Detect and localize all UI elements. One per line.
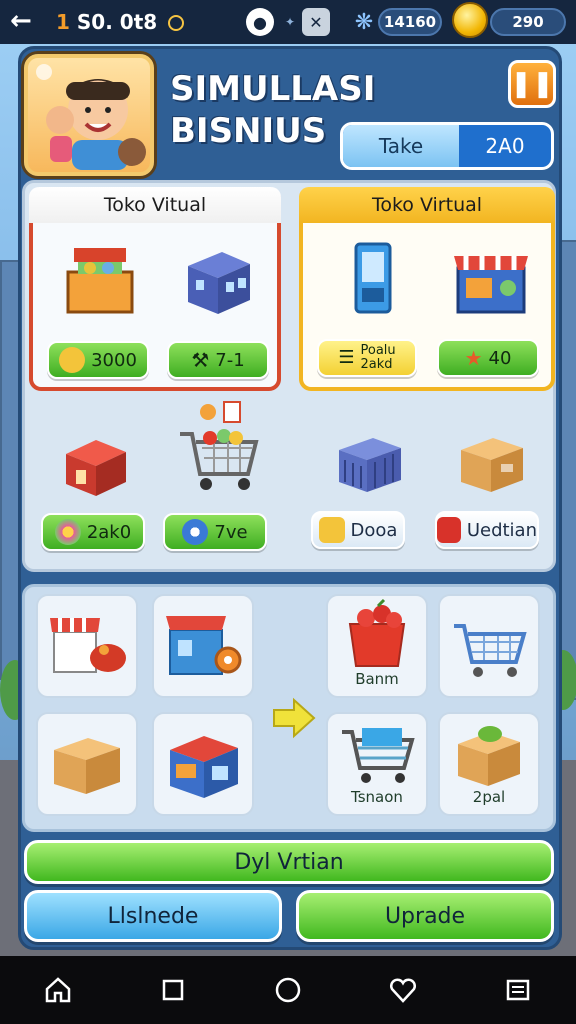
pause-icon: ❚❚ xyxy=(510,69,554,99)
heart-icon[interactable] xyxy=(383,970,423,1010)
flower-icon xyxy=(54,519,81,545)
slot-label: 2pal xyxy=(472,788,506,806)
inventory-slot[interactable] xyxy=(36,712,138,816)
tools-icon[interactable]: ✕ xyxy=(302,8,330,36)
character-portrait-icon xyxy=(36,64,146,170)
mode-toggle[interactable]: Take 2A0 xyxy=(340,122,554,170)
listing-button[interactable]: Llslnede xyxy=(24,890,282,942)
pause-button[interactable]: ❚❚ xyxy=(508,60,556,108)
home-icon[interactable] xyxy=(38,970,78,1010)
item-label: Uedtian xyxy=(466,519,537,541)
inventory-slot[interactable] xyxy=(36,594,138,698)
back-arrow-icon[interactable]: ← xyxy=(10,6,42,38)
info-badge[interactable]: ☰ Poalu 2akd xyxy=(317,339,417,377)
upgrade-button[interactable]: Uprade xyxy=(296,890,554,942)
item-label: 2ak0 xyxy=(86,521,132,543)
gold-coin-icon xyxy=(452,2,488,38)
apple-basket-icon xyxy=(348,598,406,667)
inventory-slot[interactable]: Banm xyxy=(326,594,428,698)
item-label: 7ve xyxy=(214,521,248,543)
office-building-icon[interactable] xyxy=(173,233,263,323)
energy-counter: 14160 xyxy=(378,8,442,36)
action-badge[interactable]: ⚒ 7-1 xyxy=(167,341,269,379)
info-label: Poalu 2akd xyxy=(360,344,395,372)
toggle-left[interactable]: Take xyxy=(343,125,459,167)
menu-icon[interactable] xyxy=(498,970,538,1010)
coins-prefix: 1 xyxy=(56,10,70,34)
price-label: 3000 xyxy=(91,349,137,371)
toggle-right[interactable]: 2A0 xyxy=(459,125,551,167)
action-label: 7-1 xyxy=(215,349,245,371)
system-nav-bar xyxy=(0,956,576,1024)
market-stall-icon xyxy=(50,618,126,673)
item-badge[interactable]: 7ve xyxy=(163,513,267,551)
item-badge[interactable]: Uedtian xyxy=(435,511,539,549)
globe-icon xyxy=(182,519,209,545)
recents-icon[interactable] xyxy=(153,970,193,1010)
home-circle-icon[interactable] xyxy=(268,970,308,1010)
red-store-icon[interactable] xyxy=(51,415,141,505)
cardboard-box-icon xyxy=(54,738,120,794)
item-badge[interactable]: Dooa xyxy=(311,511,405,549)
price-badge[interactable]: 3000 xyxy=(47,341,149,379)
hammer-icon: ⚒ xyxy=(191,348,210,372)
vending-machine-icon[interactable] xyxy=(327,233,417,323)
chat-icon[interactable]: ● xyxy=(246,8,274,36)
arrow-right-icon xyxy=(273,697,316,739)
inventory-slot[interactable] xyxy=(152,712,254,816)
full-cart-icon xyxy=(342,728,415,783)
primary-action-button[interactable]: Dyl Vrtian xyxy=(24,840,554,884)
card-icon xyxy=(318,517,345,543)
status-top-bar: ← 1 S0. 0t8 ● ✦ ✕ ❋ 14160 290 xyxy=(0,0,576,44)
sparkle-icon: ✦ xyxy=(284,15,296,29)
store-card-right[interactable]: Toko Virtual ☰ Poalu 2akd ★ 40 xyxy=(299,187,555,391)
shopping-cart-icon[interactable] xyxy=(171,393,267,503)
star-icon: ★ xyxy=(464,346,483,370)
store-front-icon[interactable] xyxy=(443,233,539,323)
info-label-line-1: Poalu xyxy=(360,343,396,358)
inventory-slot[interactable] xyxy=(152,594,254,698)
energy-icon: ❋ xyxy=(354,9,374,35)
gold-counter[interactable]: 290 xyxy=(490,8,566,36)
general-store-icon xyxy=(170,736,238,798)
coins-value: S0. 0t8 xyxy=(76,10,158,34)
action-label: 40 xyxy=(488,347,512,369)
shop-gear-icon xyxy=(166,616,242,675)
empty-cart-icon xyxy=(454,624,527,677)
store-panel: Toko Vitual 3000 ⚒ 7-1 Toko Virtual ☰ Poal… xyxy=(22,180,556,572)
item-badge[interactable]: 2ak0 xyxy=(41,513,145,551)
inventory-slot[interactable]: Tsnaon xyxy=(326,712,428,816)
inventory-slot[interactable]: 2pal xyxy=(438,712,540,816)
cardboard-box-icon[interactable] xyxy=(443,415,539,505)
action-badge[interactable]: ★ 40 xyxy=(437,339,539,377)
coin-icon xyxy=(168,15,185,31)
store-card-left[interactable]: Toko Vitual 3000 ⚒ 7-1 xyxy=(29,187,281,391)
blue-crate-icon[interactable] xyxy=(321,415,417,505)
slot-label: Tsnaon xyxy=(351,788,403,806)
item-label: Dooa xyxy=(350,519,398,541)
gift-icon xyxy=(437,517,461,543)
card-title: Toko Vitual xyxy=(29,187,281,223)
card-title: Toko Virtual xyxy=(299,187,555,223)
info-label-line-2: 2akd xyxy=(360,357,393,372)
coin-icon xyxy=(59,347,86,373)
player-avatar[interactable] xyxy=(24,54,154,176)
shop-stall-icon[interactable] xyxy=(55,233,145,323)
produce-crate-icon xyxy=(458,726,520,786)
books-icon: ☰ xyxy=(338,347,355,368)
inventory-slot[interactable] xyxy=(438,594,540,698)
slot-label: Banm xyxy=(355,670,399,688)
title-line-1: SIMULLASI xyxy=(170,69,376,109)
coins-counter: 1 S0. 0t8 xyxy=(56,10,185,34)
